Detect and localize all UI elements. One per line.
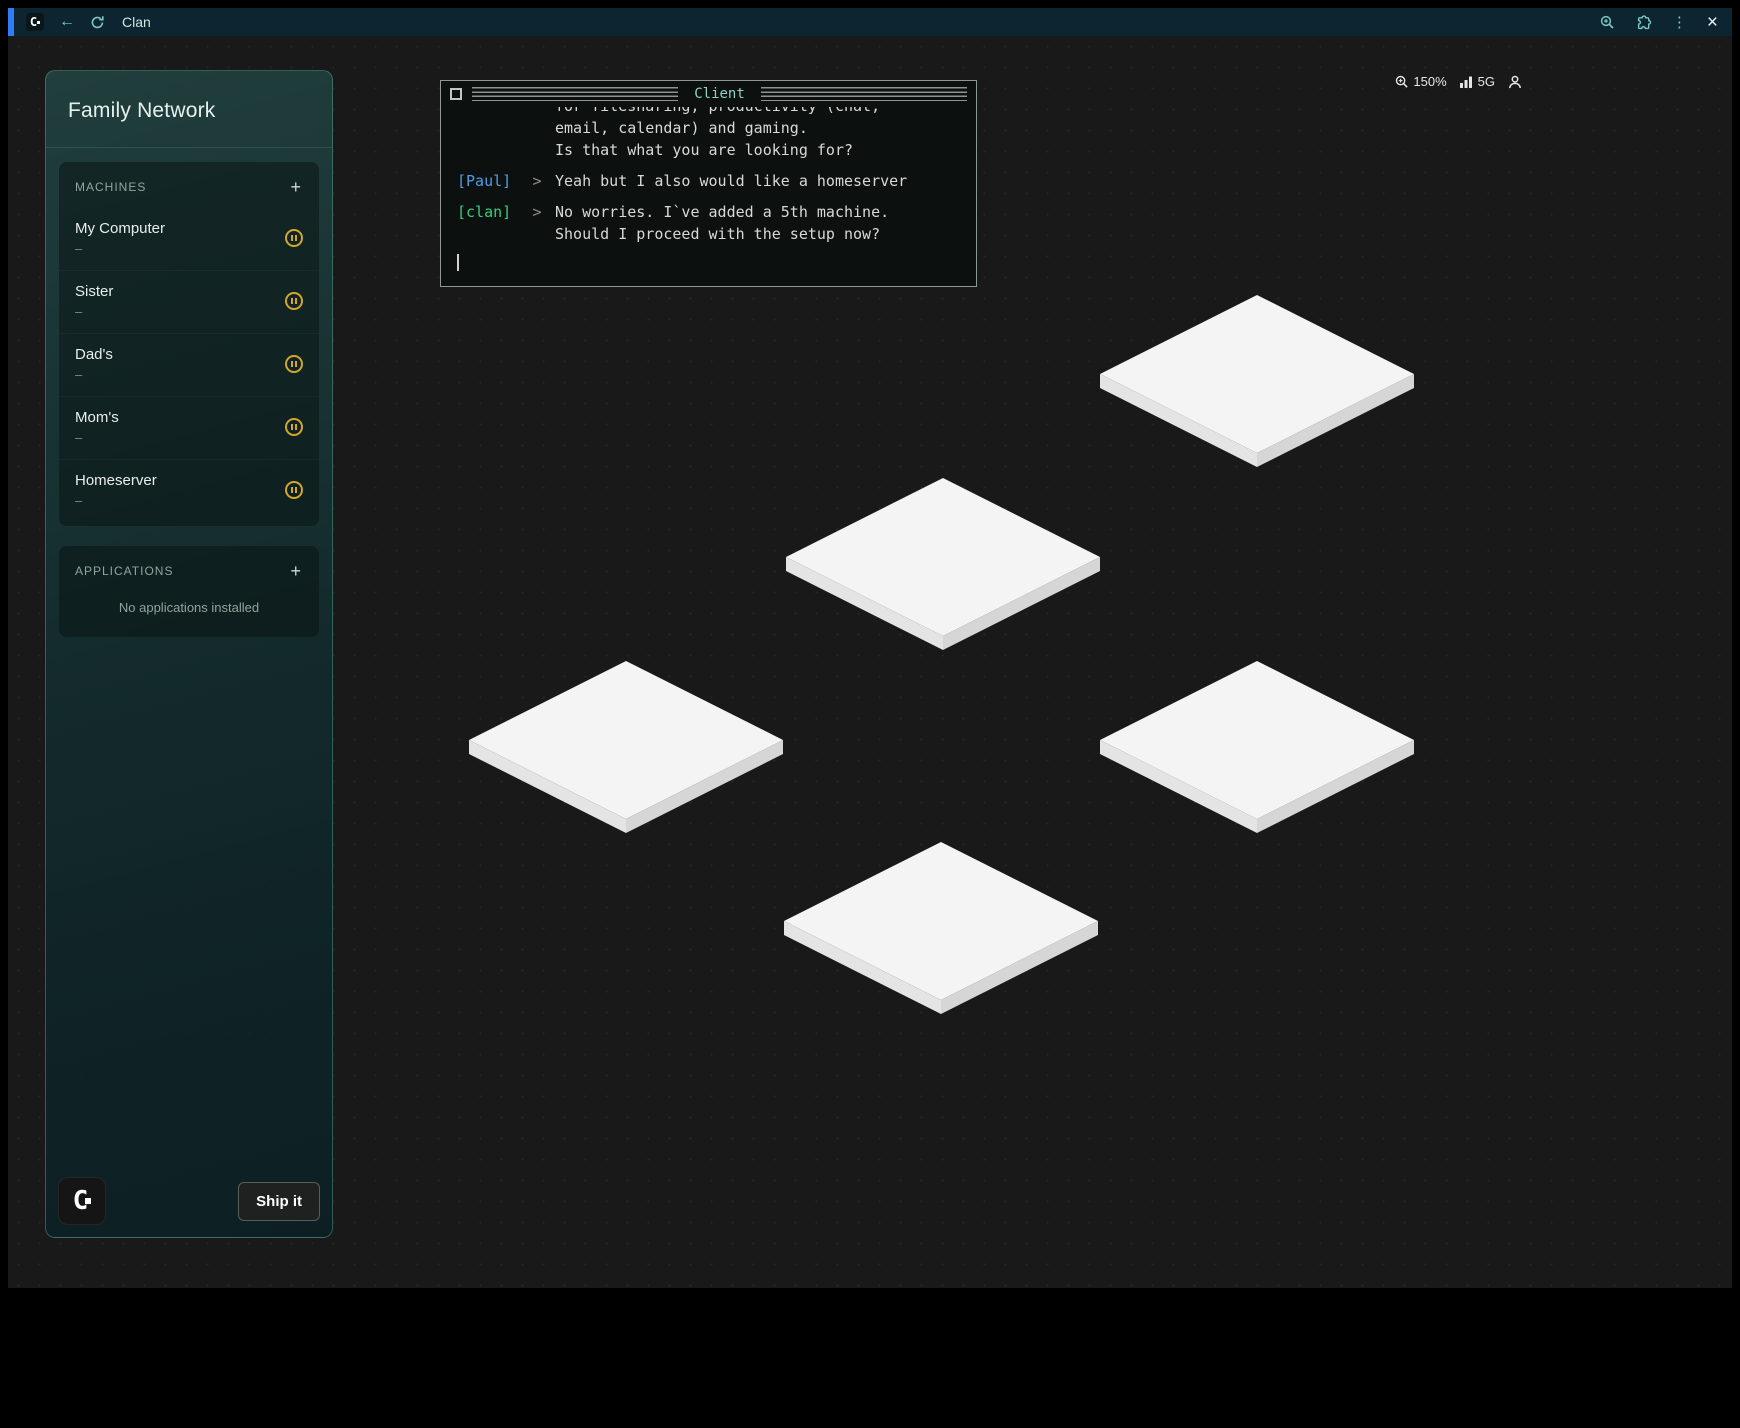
chat-prompt: > [527,201,547,245]
chat-message: [Paul] > Yeah but I also would like a ho… [457,170,960,192]
machines-header: MACHINES + [59,162,319,208]
sidebar-footer: C Ship it [46,1165,332,1237]
reload-icon [90,15,105,30]
machine-name: My Computer [75,220,165,237]
chat-line: Yeah but I also would like a homeserver [555,170,960,192]
user-indicator [1508,75,1522,89]
add-application-button[interactable]: + [288,562,303,580]
machines-label: MACHINES [75,180,146,194]
chat-line: for filesharing, productivity (chat, [555,107,960,117]
machine-subtitle: – [75,493,157,508]
zoom-indicator: 150% [1395,74,1446,89]
machine-status-icon [285,229,303,247]
machine-subtitle: – [75,367,113,382]
titlebar-stripes [472,87,678,101]
sidebar-item-moms[interactable]: Mom's – [59,396,319,459]
chat-line: email, calendar) and gaming. [555,117,960,139]
clan-logo-box[interactable]: C [58,1177,106,1225]
sidebar-item-my-computer[interactable]: My Computer – [59,208,319,270]
machine-name: Sister [75,283,113,300]
reload-button[interactable] [90,15,105,30]
terminal-titlebar[interactable]: Client [441,81,976,107]
network-type: 5G [1478,74,1495,89]
magnifier-icon [1395,75,1409,89]
clan-logo-cursor [85,1198,91,1204]
close-button[interactable]: × [1707,13,1718,32]
machine-tile[interactable] [785,477,1101,650]
titlebar-actions: ⋮ × [1600,13,1718,32]
titlebar-stripes [761,87,967,101]
client-terminal-window: Client for filesharing, productivity (ch… [440,80,977,287]
machine-status-icon [285,355,303,373]
ship-it-button[interactable]: Ship it [238,1182,320,1221]
chat-line: Is that what you are looking for? [555,139,960,161]
chat-author [457,107,519,161]
zoom-level: 150% [1413,74,1446,89]
menu-button[interactable]: ⋮ [1672,15,1687,30]
sidebar-title: Family Network [46,71,332,148]
zoom-button[interactable] [1600,15,1615,30]
clan-logo-letter: C [30,16,37,28]
chat-prompt: > [527,170,547,192]
extensions-button[interactable] [1635,14,1652,31]
machine-name: Dad's [75,346,113,363]
sidebar-item-homeserver[interactable]: Homeserver – [59,459,319,522]
kebab-menu-icon: ⋮ [1672,15,1687,30]
machine-tile[interactable] [1099,660,1415,833]
person-icon [1508,75,1522,89]
network-indicator: 5G [1460,74,1495,89]
puzzle-icon [1635,14,1652,31]
focus-accent [8,8,14,36]
sidebar-item-dads[interactable]: Dad's – [59,333,319,396]
machine-name: Homeserver [75,472,157,489]
chat-line: Should I proceed with the setup now? [555,223,960,245]
machine-tile[interactable] [468,660,784,833]
clan-favicon: C [26,13,44,31]
machine-status-icon [285,292,303,310]
applications-label: APPLICATIONS [75,564,173,578]
machine-subtitle: – [75,304,113,319]
chat-message: [clan] > No worries. I`ve added a 5th ma… [457,201,960,245]
clan-logo-icon: C [30,16,40,28]
applications-header: APPLICATIONS + [59,546,319,592]
back-button[interactable]: ← [59,14,75,30]
machine-status-icon [285,481,303,499]
machine-subtitle: – [75,241,165,256]
magnifier-plus-icon [1600,15,1615,30]
chat-author: [clan] [457,201,519,245]
machine-tile[interactable] [1099,294,1415,467]
network-canvas[interactable]: 150% 5G [8,36,1732,1288]
terminal-title: Client [688,86,751,102]
signal-bars-icon [1460,76,1474,88]
back-arrow-icon: ← [59,14,75,30]
machine-status-icon [285,418,303,436]
status-indicators: 150% 5G [1395,74,1522,89]
applications-section: APPLICATIONS + No applications installed [59,546,319,637]
close-icon: × [1707,13,1718,32]
chat-author: [Paul] [457,170,519,192]
chat-message: for filesharing, productivity (chat, ema… [457,107,960,161]
add-machine-button[interactable]: + [288,178,303,196]
machine-tile[interactable] [783,841,1099,1014]
titlebar: C ← Clan [8,8,1732,36]
clan-logo-cursor [37,21,40,24]
terminal-close-box-icon[interactable] [450,88,462,100]
machine-subtitle: – [75,430,119,445]
applications-empty-text: No applications installed [59,592,319,633]
app-window: C ← Clan [8,8,1732,1288]
chat-line: No worries. I`ve added a 5th machine. [555,201,960,223]
window-title: Clan [122,14,151,30]
chat-log: for filesharing, productivity (chat, ema… [441,107,976,280]
machine-name: Mom's [75,409,119,426]
caret [457,254,459,271]
machines-section: MACHINES + My Computer – Sister – [59,162,319,526]
sidebar-item-sister[interactable]: Sister – [59,270,319,333]
terminal-cursor[interactable] [457,254,960,272]
clan-logo-icon: C [73,1188,92,1214]
sidebar-panel: Family Network MACHINES + My Computer – … [45,70,333,1238]
